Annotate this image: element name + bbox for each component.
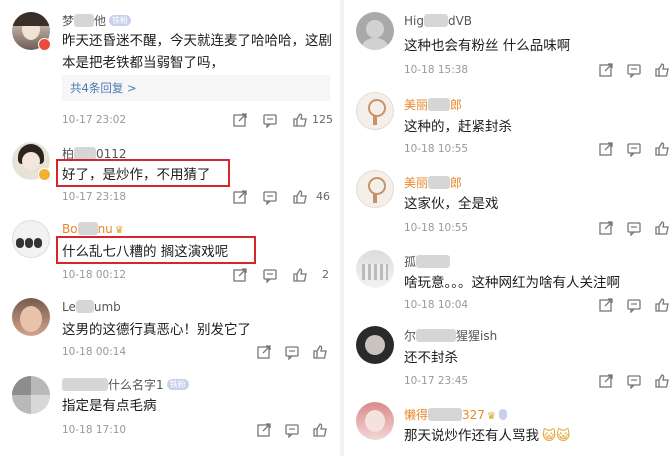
comment-actions: 46 — [232, 189, 332, 206]
share-icon[interactable] — [598, 373, 614, 389]
like-icon[interactable] — [654, 141, 670, 157]
comment-text: 这男的这德行真恶心！别发它了 — [62, 322, 251, 338]
like-icon[interactable] — [292, 267, 308, 283]
avatar[interactable] — [356, 170, 394, 208]
comment-icon[interactable] — [626, 220, 642, 237]
comment-time: 10-17 23:45 — [404, 375, 469, 387]
verified-badge-icon — [38, 168, 51, 181]
like-icon[interactable] — [312, 344, 328, 360]
share-icon[interactable] — [256, 422, 272, 438]
avatar[interactable] — [12, 298, 50, 336]
comment-time: 10-18 15:38 — [404, 64, 469, 76]
comment-actions — [598, 62, 672, 79]
like-icon[interactable] — [312, 422, 328, 438]
comment-text: 这种的，赶紧封杀 — [404, 119, 512, 135]
right-comment-column: Hig dVB 这种也会有粉丝 什么品味啊 10-18 15:38 美丽郎 这种的… — [344, 0, 672, 456]
comment-icon[interactable] — [626, 297, 642, 314]
fan-tag — [498, 409, 508, 420]
left-comment-column: 梦他铁粉 昨天还昏迷不醒，今天就连麦了哈哈哈，这剧本是把老铁都当弱智了吗， 共4… — [0, 0, 340, 456]
comment-icon[interactable] — [262, 267, 278, 284]
comment-icon[interactable] — [284, 344, 300, 361]
comment-text: 这家伙，全是戏 — [404, 196, 499, 212]
avatar[interactable] — [12, 376, 50, 414]
like-icon[interactable] — [654, 62, 670, 78]
fan-tag: 铁粉 — [109, 15, 132, 26]
verified-badge-icon — [38, 38, 51, 51]
like-icon[interactable] — [292, 189, 308, 205]
comment-time: 10-18 00:14 — [62, 346, 127, 358]
comment-actions — [256, 422, 336, 439]
comment-icon[interactable] — [626, 141, 642, 158]
avatar[interactable] — [356, 326, 394, 364]
share-icon[interactable] — [598, 62, 614, 78]
share-icon[interactable] — [598, 220, 614, 236]
crown-icon: ♛ — [114, 225, 124, 236]
avatar[interactable] — [356, 92, 394, 130]
share-icon[interactable] — [232, 267, 248, 283]
emoji-icon: 😺😺 — [542, 428, 571, 444]
like-icon[interactable] — [654, 220, 670, 236]
avatar[interactable] — [12, 220, 50, 258]
comment-text: 昨天还昏迷不醒，今天就连麦了哈哈哈，这剧本是把老铁都当弱智了吗， — [62, 33, 332, 71]
commenter-name[interactable]: 梦他铁粉 — [62, 12, 132, 29]
commenter-name[interactable]: 美丽郎 — [404, 96, 462, 113]
highlight-box — [56, 159, 230, 187]
comment-actions — [598, 220, 672, 237]
comment-icon[interactable] — [262, 112, 278, 129]
avatar[interactable] — [356, 402, 394, 440]
commenter-name[interactable]: Hig dVB — [404, 14, 472, 28]
comment-icon[interactable] — [626, 62, 642, 79]
comment-text: 这种也会有粉丝 什么品味啊 — [404, 38, 571, 54]
comment-icon[interactable] — [626, 373, 642, 390]
comment-text: 啥玩意。。。这种网红为啥有人关注啊 — [404, 275, 620, 291]
comment-actions — [598, 297, 672, 314]
comment-time: 10-18 00:12 — [62, 269, 127, 281]
comment-text: 那天说炒作还有人骂我 😺😺 — [404, 428, 571, 444]
comment-actions: 2 — [232, 267, 332, 284]
comment-text: 指定是有点毛病 — [62, 398, 157, 414]
comment-time: 10-18 10:55 — [404, 143, 469, 155]
commenter-name[interactable]: 尔猩猩ish — [404, 327, 497, 344]
share-icon[interactable] — [232, 189, 248, 205]
like-icon[interactable] — [654, 373, 670, 389]
comment-time: 10-18 10:04 — [404, 299, 469, 311]
crown-icon: ♛ — [486, 411, 496, 422]
comment-icon[interactable] — [284, 422, 300, 439]
like-count: 2 — [322, 268, 329, 281]
avatar[interactable] — [356, 12, 394, 50]
fan-tag: 铁粉 — [166, 379, 189, 390]
share-icon[interactable] — [232, 112, 248, 128]
commenter-name[interactable]: 美丽郎 — [404, 174, 462, 191]
comment-time: 10-17 23:02 — [62, 114, 127, 126]
like-count: 46 — [316, 190, 330, 203]
comment-text: 还不封杀 — [404, 350, 458, 366]
comment-actions — [598, 373, 672, 390]
comment-time: 10-17 23:18 — [62, 191, 127, 203]
comment-time: 10-18 17:10 — [62, 424, 127, 436]
avatar[interactable] — [356, 250, 394, 288]
comment-actions: 125 — [232, 112, 333, 129]
commenter-name[interactable]: Le umb — [62, 300, 121, 314]
share-icon[interactable] — [598, 141, 614, 157]
comment-actions — [256, 344, 336, 361]
like-icon[interactable] — [292, 112, 308, 128]
share-icon[interactable] — [598, 297, 614, 313]
comment-time: 10-18 10:55 — [404, 222, 469, 234]
highlight-box — [56, 236, 256, 264]
like-count: 125 — [312, 113, 333, 126]
commenter-name[interactable]: 孤 — [404, 253, 451, 270]
commenter-name[interactable]: 什么名字1 铁粉 — [62, 376, 189, 393]
comment-icon[interactable] — [262, 189, 278, 206]
commenter-name[interactable]: Bo nu ♛ — [62, 222, 124, 236]
comment-actions — [598, 141, 672, 158]
commenter-name[interactable]: 懒得 327 ♛ — [404, 406, 508, 423]
view-replies-link[interactable]: 共4条回复 > — [62, 75, 330, 101]
share-icon[interactable] — [256, 344, 272, 360]
like-icon[interactable] — [654, 297, 670, 313]
